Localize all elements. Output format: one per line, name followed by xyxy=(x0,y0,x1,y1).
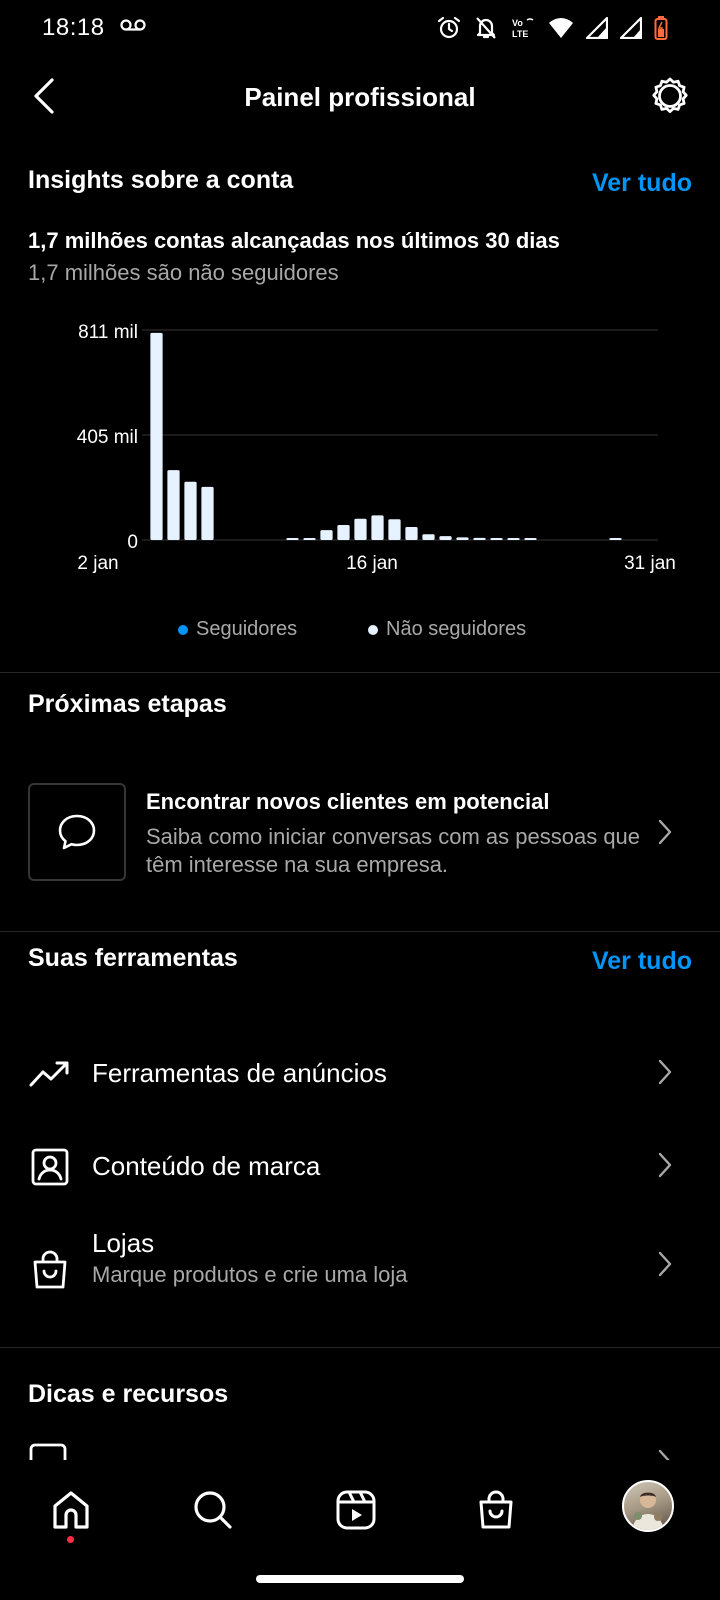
nav-shop[interactable] xyxy=(466,1480,526,1540)
tool-label: Ferramentas de anúncios xyxy=(92,1058,387,1088)
notifications-off-icon xyxy=(474,15,498,41)
header: Painel profissional xyxy=(0,60,720,132)
chart-bar xyxy=(473,537,486,540)
nav-home[interactable] xyxy=(41,1480,101,1540)
status-icons: Vo LTE xyxy=(436,14,668,42)
voicemail-icon xyxy=(120,18,146,37)
notification-dot xyxy=(67,1536,74,1543)
legend-dot-non-followers xyxy=(368,624,378,635)
tool-label: Lojas xyxy=(92,1228,155,1258)
tool-sublabel: Marque produtos e crie uma loja xyxy=(92,1262,408,1287)
divider xyxy=(0,672,720,673)
chart-bar xyxy=(439,536,452,540)
reach-summary: 1,7 milhões contas alcançadas nos último… xyxy=(28,228,560,253)
chart-bar xyxy=(354,518,367,540)
chevron-right-icon xyxy=(650,1244,680,1284)
next-step-card[interactable]: Encontrar novos clientes em potencial Sa… xyxy=(28,783,692,881)
chart-bar xyxy=(167,470,180,540)
chart-bar xyxy=(524,538,537,540)
nav-search[interactable] xyxy=(183,1480,243,1540)
status-bar: 18:18 Vo LTE xyxy=(0,0,720,56)
reach-chart: 811 mil 405 mil 0 2 jan 16 jan 31 jan xyxy=(77,322,676,574)
chart-bar xyxy=(388,519,401,540)
nav-reels[interactable] xyxy=(326,1480,386,1540)
tool-row-ads[interactable]: Ferramentas de anúncios xyxy=(0,1034,720,1114)
wifi-icon xyxy=(548,17,574,39)
person-badge-icon xyxy=(28,1145,72,1189)
shopping-bag-icon xyxy=(28,1248,72,1292)
y-tick-label: 0 xyxy=(127,532,138,553)
legend-item-followers: Seguidores xyxy=(178,618,297,641)
chart-bar xyxy=(456,537,469,540)
chat-bubble-icon xyxy=(58,814,96,850)
legend-label-followers: Seguidores xyxy=(196,618,298,640)
signal-icon-2 xyxy=(620,17,642,39)
home-indicator xyxy=(256,1575,464,1583)
chart-bar xyxy=(405,527,418,540)
status-time: 18:18 xyxy=(42,14,105,41)
chevron-right-icon xyxy=(650,1145,680,1185)
gear-icon xyxy=(652,77,688,113)
svg-text:LTE: LTE xyxy=(512,29,528,39)
y-tick-label: 405 mil xyxy=(77,427,138,448)
chart-bar xyxy=(286,538,299,540)
tools-title: Suas ferramentas xyxy=(28,944,238,972)
chart-legend: Seguidores Não seguidores xyxy=(0,618,720,646)
battery-icon xyxy=(654,15,668,41)
chart-bar xyxy=(507,538,520,540)
chart-bar xyxy=(303,538,316,540)
x-tick-label: 2 jan xyxy=(77,553,118,574)
x-tick-label: 31 jan xyxy=(624,553,676,574)
y-tick-label: 811 mil xyxy=(78,322,138,343)
insights-title: Insights sobre a conta xyxy=(28,166,294,194)
step-title: Encontrar novos clientes em potencial xyxy=(146,789,550,814)
volte-icon: Vo LTE xyxy=(510,15,536,41)
alarm-icon xyxy=(436,15,462,41)
reels-icon xyxy=(336,1490,376,1530)
tool-label: Conteúdo de marca xyxy=(92,1151,321,1181)
avatar xyxy=(622,1480,674,1532)
step-icon-box xyxy=(28,783,126,881)
legend-label-non-followers: Não seguidores xyxy=(386,618,527,640)
chart-bar xyxy=(422,534,435,540)
search-icon xyxy=(194,1491,232,1529)
nav-profile[interactable] xyxy=(618,1476,678,1536)
svg-text:Vo: Vo xyxy=(512,18,523,28)
chart-bar xyxy=(490,538,503,540)
step-description: Saiba como iniciar conversas com as pess… xyxy=(146,824,641,877)
home-icon xyxy=(53,1491,89,1529)
next-steps-title: Próximas etapas xyxy=(28,690,227,718)
x-tick-label: 16 jan xyxy=(346,553,398,574)
page-title: Painel profissional xyxy=(244,82,476,112)
reach-non-followers: 1,7 milhões são não seguidores xyxy=(28,260,339,285)
tips-title: Dicas e recursos xyxy=(28,1380,229,1408)
tool-row-branded-content[interactable]: Conteúdo de marca xyxy=(0,1127,720,1207)
tools-see-all-link[interactable]: Ver tudo xyxy=(592,947,692,976)
divider xyxy=(0,1347,720,1348)
chart-bar xyxy=(609,538,622,540)
chevron-right-icon xyxy=(650,812,680,852)
legend-dot-followers xyxy=(178,624,188,635)
shopping-bag-icon xyxy=(479,1490,513,1529)
chart-bar xyxy=(150,332,163,540)
signal-icon xyxy=(586,17,608,39)
trending-up-icon xyxy=(28,1052,72,1096)
settings-button[interactable] xyxy=(648,74,692,118)
chart-bar xyxy=(371,515,384,540)
chart-bar xyxy=(184,481,197,540)
chart-bar xyxy=(320,530,333,540)
insights-see-all-link[interactable]: Ver tudo xyxy=(592,169,692,198)
chart-bar xyxy=(337,524,350,540)
chevron-right-icon xyxy=(650,1052,680,1092)
legend-item-non-followers: Não seguidores xyxy=(368,618,526,641)
divider xyxy=(0,931,720,932)
chart-bar xyxy=(201,486,214,540)
tool-row-shops[interactable]: Lojas Marque produtos e crie uma loja xyxy=(0,1222,720,1318)
